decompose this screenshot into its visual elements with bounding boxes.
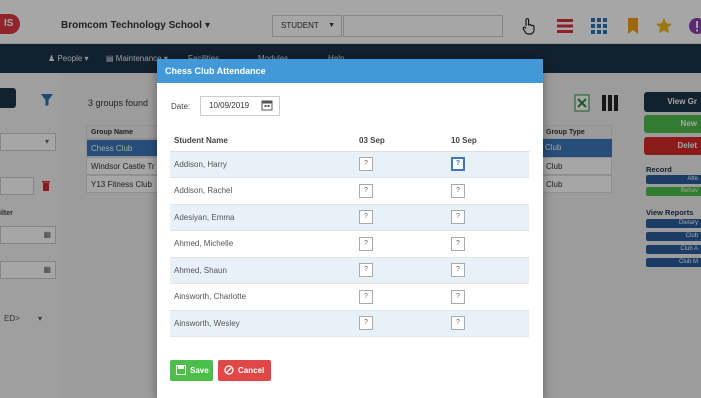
attendance-mark[interactable]: ?: [359, 183, 373, 198]
attendance-mark[interactable]: ?: [451, 210, 465, 225]
table-row: Addison, Harry ? ?: [170, 151, 529, 178]
student-name: Addison, Harry: [170, 151, 355, 178]
attendance-dialog: Chess Club Attendance Date: 10/09/2019 S…: [157, 59, 543, 398]
attendance-table: Student Name 03 Sep 10 Sep Addison, Harr…: [170, 131, 529, 337]
student-name: Adesiyan, Emma: [170, 204, 355, 231]
table-row: Ahmed, Shaun ? ?: [170, 257, 529, 284]
student-name: Ahmed, Michelle: [170, 230, 355, 258]
cancel-label: Cancel: [238, 366, 265, 375]
save-button[interactable]: Save: [170, 360, 213, 381]
table-row: Addison, Rachel ? ?: [170, 177, 529, 205]
student-name: Addison, Rachel: [170, 177, 355, 205]
column-header-session-2: 10 Sep: [447, 131, 529, 152]
table-row: Ainsworth, Charlotte ? ?: [170, 283, 529, 311]
attendance-mark[interactable]: ?: [359, 157, 373, 172]
calendar-icon[interactable]: [261, 99, 273, 111]
table-row: Ahmed, Michelle ? ?: [170, 230, 529, 258]
cancel-icon: [224, 365, 234, 375]
app-window: IS Bromcom Technology School ▾ STUDENT ▼ ♟…: [0, 0, 701, 398]
attendance-mark[interactable]: ?: [451, 183, 465, 198]
attendance-mark[interactable]: ?: [359, 316, 373, 331]
student-name: Ahmed, Shaun: [170, 257, 355, 284]
save-label: Save: [190, 366, 209, 375]
attendance-mark[interactable]: ?: [451, 289, 465, 304]
column-header-session-1: 03 Sep: [355, 131, 447, 152]
attendance-mark[interactable]: ?: [451, 236, 465, 251]
attendance-mark[interactable]: ?: [451, 263, 465, 278]
attendance-mark[interactable]: ?: [359, 289, 373, 304]
date-label: Date:: [171, 102, 191, 111]
table-row: Ainsworth, Wesley ? ?: [170, 310, 529, 337]
dialog-title: Chess Club Attendance: [157, 59, 543, 83]
table-header-row: Student Name 03 Sep 10 Sep: [170, 131, 529, 152]
floppy-disk-icon: [176, 365, 186, 375]
attendance-mark-active[interactable]: ?: [451, 157, 465, 172]
attendance-mark[interactable]: ?: [359, 263, 373, 278]
cancel-button[interactable]: Cancel: [218, 360, 271, 381]
table-row: Adesiyan, Emma ? ?: [170, 204, 529, 231]
attendance-mark[interactable]: ?: [451, 316, 465, 331]
attendance-mark[interactable]: ?: [359, 210, 373, 225]
attendance-mark[interactable]: ?: [359, 236, 373, 251]
student-name: Ainsworth, Charlotte: [170, 283, 355, 311]
student-name: Ainsworth, Wesley: [170, 310, 355, 337]
column-header-student: Student Name: [170, 131, 355, 152]
